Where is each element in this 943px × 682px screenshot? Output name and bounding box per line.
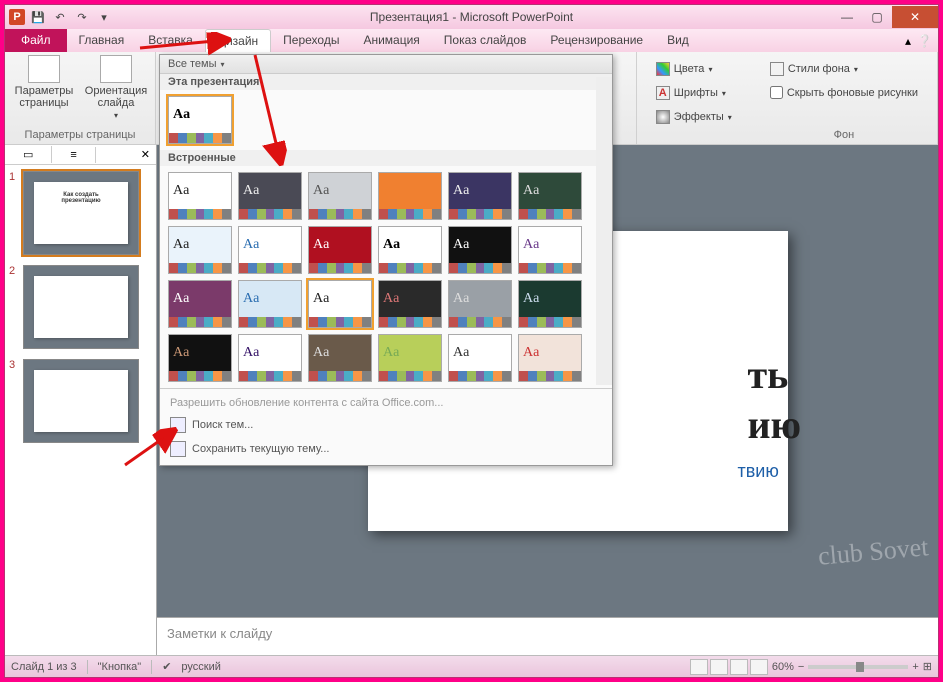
theme-thumb[interactable]: Aa (378, 226, 442, 274)
theme-thumb[interactable]: Aa (448, 172, 512, 220)
title-bar: P 💾 ↶ ↷ ▾ Презентация1 - Microsoft Power… (5, 5, 938, 29)
view-reading-button[interactable] (730, 659, 748, 675)
theme-thumb[interactable]: Aa (308, 172, 372, 220)
group-background: Стили фона ▾ Скрыть фоновые рисунки Фон (751, 52, 938, 144)
colors-button[interactable]: Цвета ▾ (651, 59, 737, 79)
zoom-in-button[interactable]: + (912, 661, 918, 673)
zoom-value[interactable]: 60% (772, 661, 794, 673)
panel-tab-slides[interactable]: ▭ (5, 146, 52, 163)
theme-thumb[interactable]: Aa (308, 334, 372, 382)
effects-button[interactable]: Эффекты ▾ (651, 107, 737, 127)
slide-title-frag2: ию (748, 401, 802, 448)
theme-thumb-current[interactable]: Aa (168, 96, 232, 144)
theme-thumb[interactable]: Aa (518, 280, 582, 328)
hide-bg-checkbox[interactable]: Скрыть фоновые рисунки (765, 83, 923, 102)
theme-thumb[interactable]: Aa (518, 334, 582, 382)
fit-button[interactable]: ⊞ (923, 660, 932, 673)
orientation-button[interactable]: Ориентация слайда▾ (83, 55, 149, 120)
tab-home[interactable]: Главная (67, 29, 137, 52)
zoom-out-button[interactable]: − (798, 661, 804, 673)
zoom-slider[interactable] (808, 665, 908, 669)
theme-thumb[interactable]: Aa (518, 172, 582, 220)
theme-thumb[interactable]: Aa (448, 226, 512, 274)
ribbon-tabs: Файл Главная Вставка Дизайн Переходы Ани… (5, 29, 938, 52)
app-icon: P (9, 9, 25, 25)
themes-dropdown: Все темы ▾ Эта презентация Aa Встроенные… (159, 54, 613, 466)
tab-design[interactable]: Дизайн (205, 29, 271, 52)
themes-section-builtin: Встроенные (160, 150, 612, 166)
slide-title-frag1: ть (748, 351, 789, 398)
tab-review[interactable]: Рецензирование (538, 29, 655, 52)
theme-thumb[interactable]: Aa (518, 226, 582, 274)
minimize-button[interactable]: — (832, 6, 862, 28)
tab-transitions[interactable]: Переходы (271, 29, 351, 52)
slide-subtitle-frag: твию (738, 461, 779, 482)
watermark: club Sovet (816, 532, 929, 572)
theme-thumb[interactable]: Aa (238, 172, 302, 220)
slide-panel: ▭ ≡ ✕ 1 Как создать презентацию 2 3 (5, 145, 157, 655)
group-label-page-setup: Параметры страницы (11, 129, 149, 141)
theme-thumb[interactable]: Aa (168, 280, 232, 328)
panel-tab-outline[interactable]: ≡ (52, 147, 95, 163)
tab-slideshow[interactable]: Показ слайдов (432, 29, 539, 52)
panel-close-icon[interactable]: ✕ (135, 148, 156, 161)
page-params-button[interactable]: Параметры страницы (11, 55, 77, 120)
theme-thumb[interactable]: Aa (238, 226, 302, 274)
theme-thumb[interactable]: Aa (238, 280, 302, 328)
status-slide-count: Слайд 1 из 3 (11, 661, 77, 673)
slide-thumbnails: 1 Как создать презентацию 2 3 (5, 165, 156, 655)
themes-office-update: Разрешить обновление контента с сайта Of… (160, 393, 612, 413)
slide-thumb-3[interactable]: 3 (9, 359, 152, 443)
tab-insert[interactable]: Вставка (136, 29, 205, 52)
qat-more-icon[interactable]: ▾ (95, 8, 113, 26)
fonts-button[interactable]: AШрифты ▾ (651, 83, 737, 103)
ribbon-minimize-icon[interactable]: ▴ (905, 34, 911, 48)
hide-bg-check[interactable] (770, 86, 783, 99)
group-label-bg: Фон (757, 129, 931, 141)
tab-view[interactable]: Вид (655, 29, 701, 52)
theme-thumb[interactable]: Aa (378, 334, 442, 382)
themes-browse[interactable]: Поиск тем... (160, 413, 612, 437)
save-icon[interactable]: 💾 (29, 8, 47, 26)
themes-section-this: Эта презентация (160, 74, 612, 90)
window-title: Презентация1 - Microsoft PowerPoint (370, 10, 573, 24)
view-normal-button[interactable] (690, 659, 708, 675)
theme-thumb[interactable]: Aa (378, 172, 442, 220)
group-theme-opts: Цвета ▾ AШрифты ▾ Эффекты ▾ (637, 52, 751, 144)
bg-styles-button[interactable]: Стили фона ▾ (765, 59, 923, 79)
theme-thumb[interactable]: Aa (168, 334, 232, 382)
notes-pane[interactable]: Заметки к слайду (157, 617, 938, 655)
view-slideshow-button[interactable] (750, 659, 768, 675)
theme-thumb[interactable]: Aa (308, 226, 372, 274)
close-button[interactable]: ✕ (892, 6, 938, 28)
theme-thumb[interactable]: Aa (238, 334, 302, 382)
group-page-setup: Параметры страницы Ориентация слайда▾ Па… (5, 52, 156, 144)
theme-thumb[interactable]: Aa (448, 334, 512, 382)
tab-file[interactable]: Файл (5, 29, 67, 52)
spellcheck-icon[interactable]: ✔ (162, 660, 171, 673)
status-theme: "Кнопка" (98, 661, 142, 673)
slide-thumb-1[interactable]: 1 Как создать презентацию (9, 171, 152, 255)
tab-animation[interactable]: Анимация (351, 29, 431, 52)
slide-thumb-2[interactable]: 2 (9, 265, 152, 349)
themes-dd-header[interactable]: Все темы ▾ (160, 55, 612, 74)
status-bar: Слайд 1 из 3 "Кнопка" ✔ русский 60% − + … (5, 655, 938, 677)
themes-save[interactable]: Сохранить текущую тему... (160, 437, 612, 461)
themes-scrollbar[interactable] (596, 77, 612, 385)
redo-icon[interactable]: ↷ (73, 8, 91, 26)
save-theme-icon (170, 441, 186, 457)
view-sorter-button[interactable] (710, 659, 728, 675)
theme-thumb[interactable]: Aa (168, 172, 232, 220)
help-icon[interactable]: ❔ (917, 34, 932, 48)
theme-thumb[interactable]: Aa (378, 280, 442, 328)
undo-icon[interactable]: ↶ (51, 8, 69, 26)
theme-thumb[interactable]: Aa (168, 226, 232, 274)
theme-thumb[interactable]: Aa (448, 280, 512, 328)
theme-thumb[interactable]: Aa (308, 280, 372, 328)
status-language[interactable]: русский (181, 661, 220, 673)
maximize-button[interactable]: ▢ (862, 6, 892, 28)
browse-icon (170, 417, 186, 433)
quick-access-toolbar: P 💾 ↶ ↷ ▾ (5, 8, 113, 26)
